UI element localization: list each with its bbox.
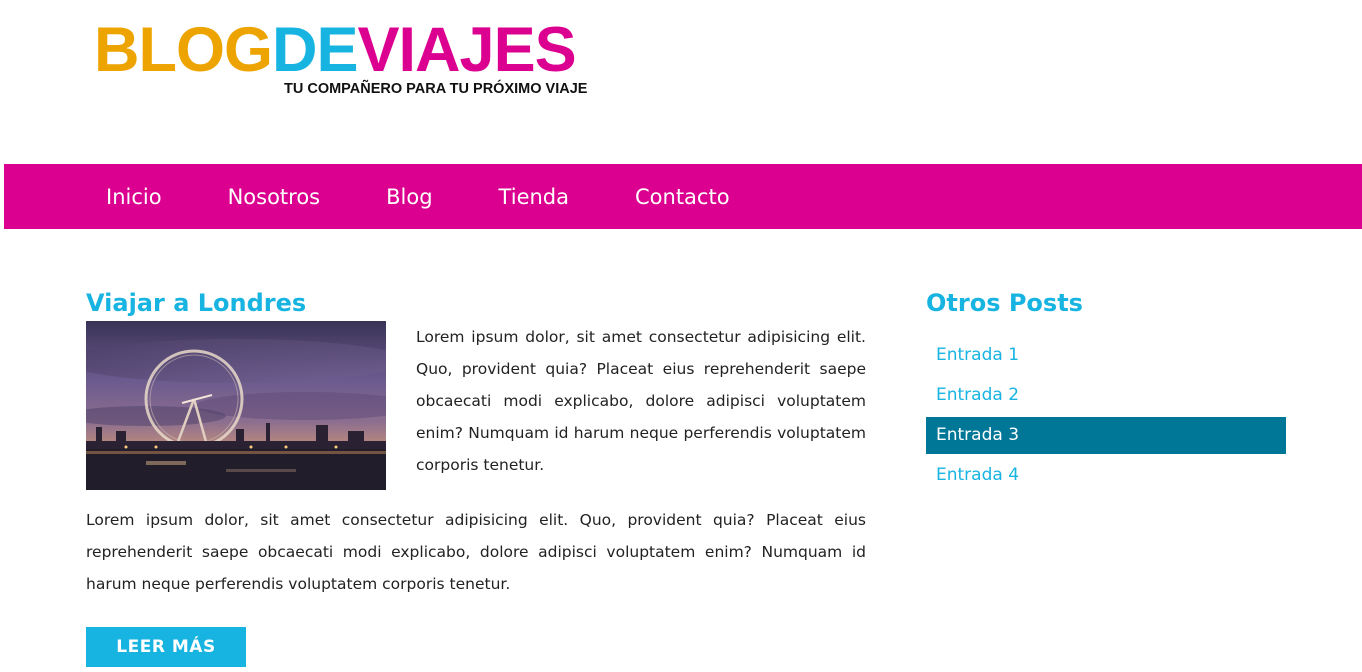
nav-item-nosotros[interactable]: Nosotros xyxy=(228,185,321,209)
sidebar-item-entrada-3[interactable]: Entrada 3 xyxy=(926,417,1286,454)
logo-tagline: TU COMPAÑERO PARA TU PRÓXIMO VIAJE xyxy=(284,81,588,97)
nav-item-contacto[interactable]: Contacto xyxy=(635,185,730,209)
post-title: Viajar a Londres xyxy=(86,289,307,317)
sidebar: Otros Posts Entrada 1 Entrada 2 Entrada … xyxy=(926,285,1286,497)
logo-part-blog: BLOG xyxy=(94,15,273,85)
nav-item-tienda[interactable]: Tienda xyxy=(499,185,569,209)
nav-item-blog[interactable]: Blog xyxy=(386,185,432,209)
post-image xyxy=(86,321,386,490)
logo-part-de: DE xyxy=(272,15,359,85)
nav-item-inicio[interactable]: Inicio xyxy=(106,185,162,209)
post-body: Lorem ipsum dolor, sit amet consectetur … xyxy=(86,321,866,600)
sidebar-list: Entrada 1 Entrada 2 Entrada 3 Entrada 4 xyxy=(926,337,1286,494)
sidebar-item-entrada-4[interactable]: Entrada 4 xyxy=(926,457,1286,494)
sidebar-item-entrada-1[interactable]: Entrada 1 xyxy=(926,337,1286,374)
post-paragraph-2: Lorem ipsum dolor, sit amet consectetur … xyxy=(86,511,866,593)
sidebar-item-entrada-2[interactable]: Entrada 2 xyxy=(926,377,1286,414)
read-more-button[interactable]: LEER MÁS xyxy=(86,627,246,667)
logo-wordmark: BLOGDEVIAJES xyxy=(94,15,577,85)
site-logo[interactable]: BLOGDEVIAJES TU COMPAÑERO PARA TU PRÓXIM… xyxy=(94,15,587,98)
logo-part-viajes: VIAJES xyxy=(357,15,577,85)
sidebar-title: Otros Posts xyxy=(926,289,1083,317)
main-navigation: Inicio Nosotros Blog Tienda Contacto xyxy=(4,164,1362,229)
london-eye-photo xyxy=(86,321,386,490)
blog-post: Viajar a Londres Lorem ipsum dolor, sit … xyxy=(86,285,866,667)
